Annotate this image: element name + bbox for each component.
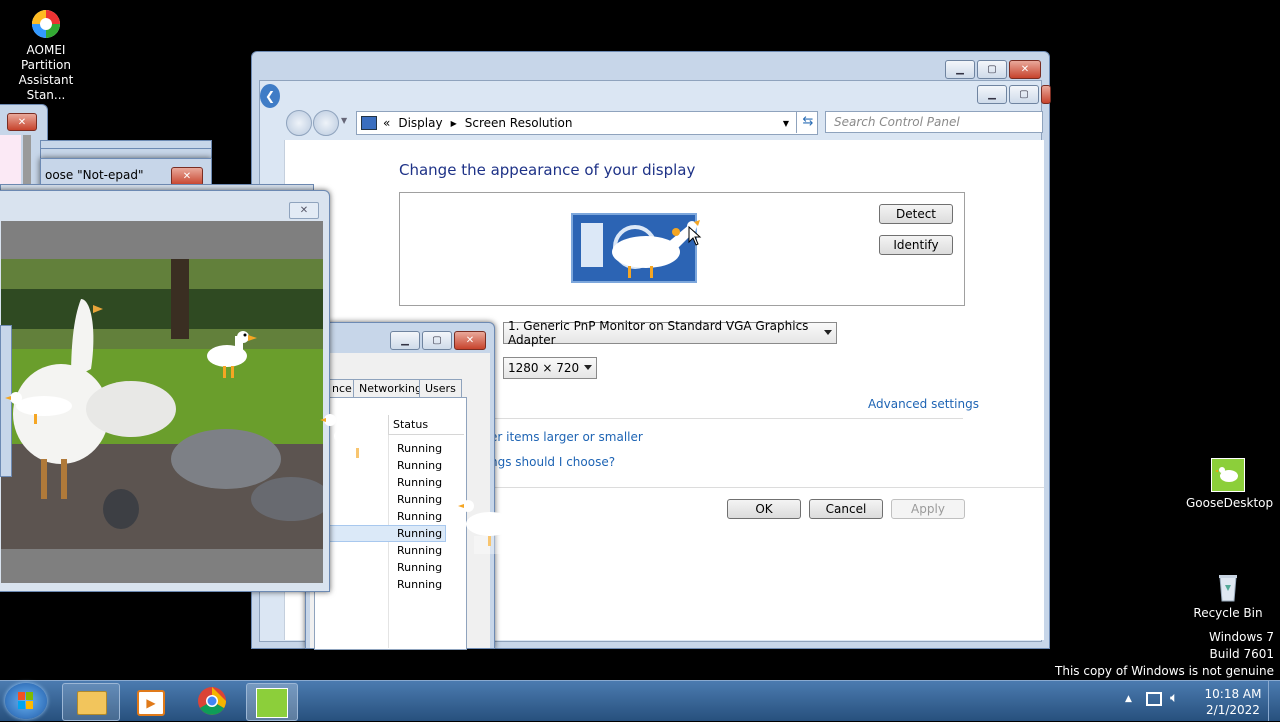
tab-users[interactable]: Users xyxy=(419,379,462,397)
goose-sprite[interactable] xyxy=(4,388,74,431)
forward-button[interactable] xyxy=(313,110,339,136)
inner-maximize-button[interactable]: ▢ xyxy=(1009,85,1039,104)
status-cell: Running xyxy=(397,510,443,523)
taskbar-media-player[interactable]: ▶ xyxy=(122,683,178,719)
watermark-line-3: This copy of Windows is not genuine xyxy=(1055,664,1274,678)
maximize-button[interactable]: ▢ xyxy=(422,331,452,350)
clock-time: 10:18 AM xyxy=(1204,687,1262,701)
goose-sprite[interactable] xyxy=(458,498,518,561)
recycle-bin-label: Recycle Bin xyxy=(1193,606,1263,620)
goose-sprite[interactable] xyxy=(205,328,261,385)
address-bar[interactable]: « Display ▶ Screen Resolution ▼ ⇆ xyxy=(356,111,818,135)
choose-notepad-title: oose "Not-epad" xyxy=(45,168,144,182)
windows-watermark: Windows 7 Build 7601 This copy of Window… xyxy=(1055,629,1274,680)
folder-icon xyxy=(77,691,107,715)
aomei-label-2: Assistant Stan... xyxy=(18,73,74,102)
divider xyxy=(485,487,1044,488)
divider xyxy=(485,418,963,419)
windows-logo-icon xyxy=(18,692,33,709)
recycle-bin-icon xyxy=(1212,571,1244,603)
desktop-icon-recycle-bin[interactable]: Recycle Bin xyxy=(1190,571,1266,621)
resolution-select-value: 1280 × 720 xyxy=(508,361,580,375)
watermark-line-1: Windows 7 xyxy=(1208,630,1274,644)
desktop-icon-goose[interactable]: GooseDesktop xyxy=(1186,458,1274,511)
clock[interactable]: 10:18 AM 2/1/2022 xyxy=(1192,686,1274,718)
search-input[interactable]: Search Control Panel xyxy=(825,111,1043,133)
network-icon[interactable] xyxy=(1146,692,1162,706)
video-close-button[interactable]: ✕ xyxy=(289,202,319,219)
status-cell: Running xyxy=(397,561,443,574)
close-button[interactable]: ✕ xyxy=(7,113,37,131)
desktop-icon-aomei[interactable]: AOMEI Partition Assistant Stan... xyxy=(0,8,92,103)
back-button[interactable] xyxy=(286,110,312,136)
goose-desktop-label: GooseDesktop xyxy=(1186,496,1274,510)
which-settings-link[interactable]: ngs should I choose? xyxy=(490,455,615,469)
scrollbar[interactable] xyxy=(23,135,31,191)
maximize-button[interactable]: ▢ xyxy=(977,60,1007,79)
media-player-icon: ▶ xyxy=(137,690,165,716)
goose-sprite[interactable] xyxy=(320,410,390,473)
close-button[interactable]: ✕ xyxy=(1009,60,1041,79)
chevron-down-icon xyxy=(584,365,592,370)
inner-minimize-button[interactable]: ▁ xyxy=(977,85,1007,104)
taskbar-explorer[interactable] xyxy=(62,683,120,721)
page-heading: Change the appearance of your display xyxy=(399,161,696,179)
refresh-icon[interactable]: ⇆ xyxy=(796,111,819,133)
display-select-value: 1. Generic PnP Monitor on Standard VGA G… xyxy=(508,319,809,347)
breadcrumb-screen-resolution[interactable]: Screen Resolution xyxy=(465,116,573,130)
minimize-button[interactable]: ▁ xyxy=(390,331,420,350)
status-header-label: Status xyxy=(393,418,429,431)
aomei-icon xyxy=(30,8,62,40)
cp-inner-caption-buttons: ▁ ▢ xyxy=(977,85,1051,104)
cancel-button[interactable]: Cancel xyxy=(809,499,883,519)
breadcrumb-separator-icon: ▶ xyxy=(450,118,457,128)
status-cell: Running xyxy=(397,442,443,455)
status-cell: Running xyxy=(397,459,443,472)
ok-button[interactable]: OK xyxy=(727,499,801,519)
status-cell: Running xyxy=(397,578,443,591)
larger-smaller-link[interactable]: er items larger or smaller xyxy=(490,430,643,444)
left-edge-back-icon[interactable]: ❮ xyxy=(260,84,280,108)
advanced-settings-link[interactable]: Advanced settings xyxy=(868,397,979,411)
breadcrumb-prefix[interactable]: « xyxy=(383,116,390,130)
chrome-icon xyxy=(198,687,226,715)
clock-date: 2/1/2022 xyxy=(1206,703,1260,717)
start-button[interactable] xyxy=(5,683,47,719)
mouse-cursor-icon xyxy=(688,225,702,249)
address-dropdown-icon[interactable]: ▼ xyxy=(783,119,789,128)
status-cell: Running xyxy=(397,544,443,557)
control-panel-icon xyxy=(361,116,377,130)
status-cell: Running xyxy=(397,476,443,489)
resolution-select[interactable]: 1280 × 720 xyxy=(503,357,597,379)
breadcrumb-display[interactable]: Display xyxy=(398,116,442,130)
status-column-header[interactable]: Status xyxy=(388,415,464,435)
status-cell: Running xyxy=(397,493,443,506)
close-button[interactable]: ✕ xyxy=(454,331,486,350)
show-hidden-icons[interactable]: ▲ xyxy=(1125,694,1132,704)
identify-button[interactable]: Identify xyxy=(879,235,953,255)
inner-close-button[interactable] xyxy=(1041,85,1051,104)
show-desktop-button[interactable] xyxy=(1268,681,1280,721)
apply-button[interactable]: Apply xyxy=(891,499,965,519)
recent-pages-icon[interactable]: ▼ xyxy=(341,116,347,125)
status-cell: Running xyxy=(397,527,443,540)
taskbar-goose[interactable] xyxy=(246,683,298,721)
display-select[interactable]: 1. Generic PnP Monitor on Standard VGA G… xyxy=(503,319,837,347)
taskbar-chrome[interactable] xyxy=(184,683,240,719)
tab-networking[interactable]: Networking xyxy=(353,379,428,397)
goose-desktop-icon xyxy=(1211,458,1245,492)
watermark-line-2: Build 7601 xyxy=(1209,647,1274,661)
cp-caption-buttons: ▁ ▢ ✕ xyxy=(945,60,1041,79)
minimize-button[interactable]: ▁ xyxy=(945,60,975,79)
tm-caption-buttons: ▁ ▢ ✕ xyxy=(390,331,486,350)
volume-icon[interactable]: 🔈︎ xyxy=(1170,690,1178,706)
window-body xyxy=(0,135,21,191)
chevron-down-icon xyxy=(824,330,832,335)
task-manager-window: ▁ ▢ ✕ nce Networking Users Status Runnin… xyxy=(305,322,495,650)
taskbar: ▶ ▲ 🔈︎ 10:18 AM 2/1/2022 xyxy=(0,680,1280,721)
aomei-label-1: AOMEI Partition xyxy=(20,43,71,72)
goose-app-icon xyxy=(256,688,288,718)
detect-button[interactable]: Detect xyxy=(879,204,953,224)
